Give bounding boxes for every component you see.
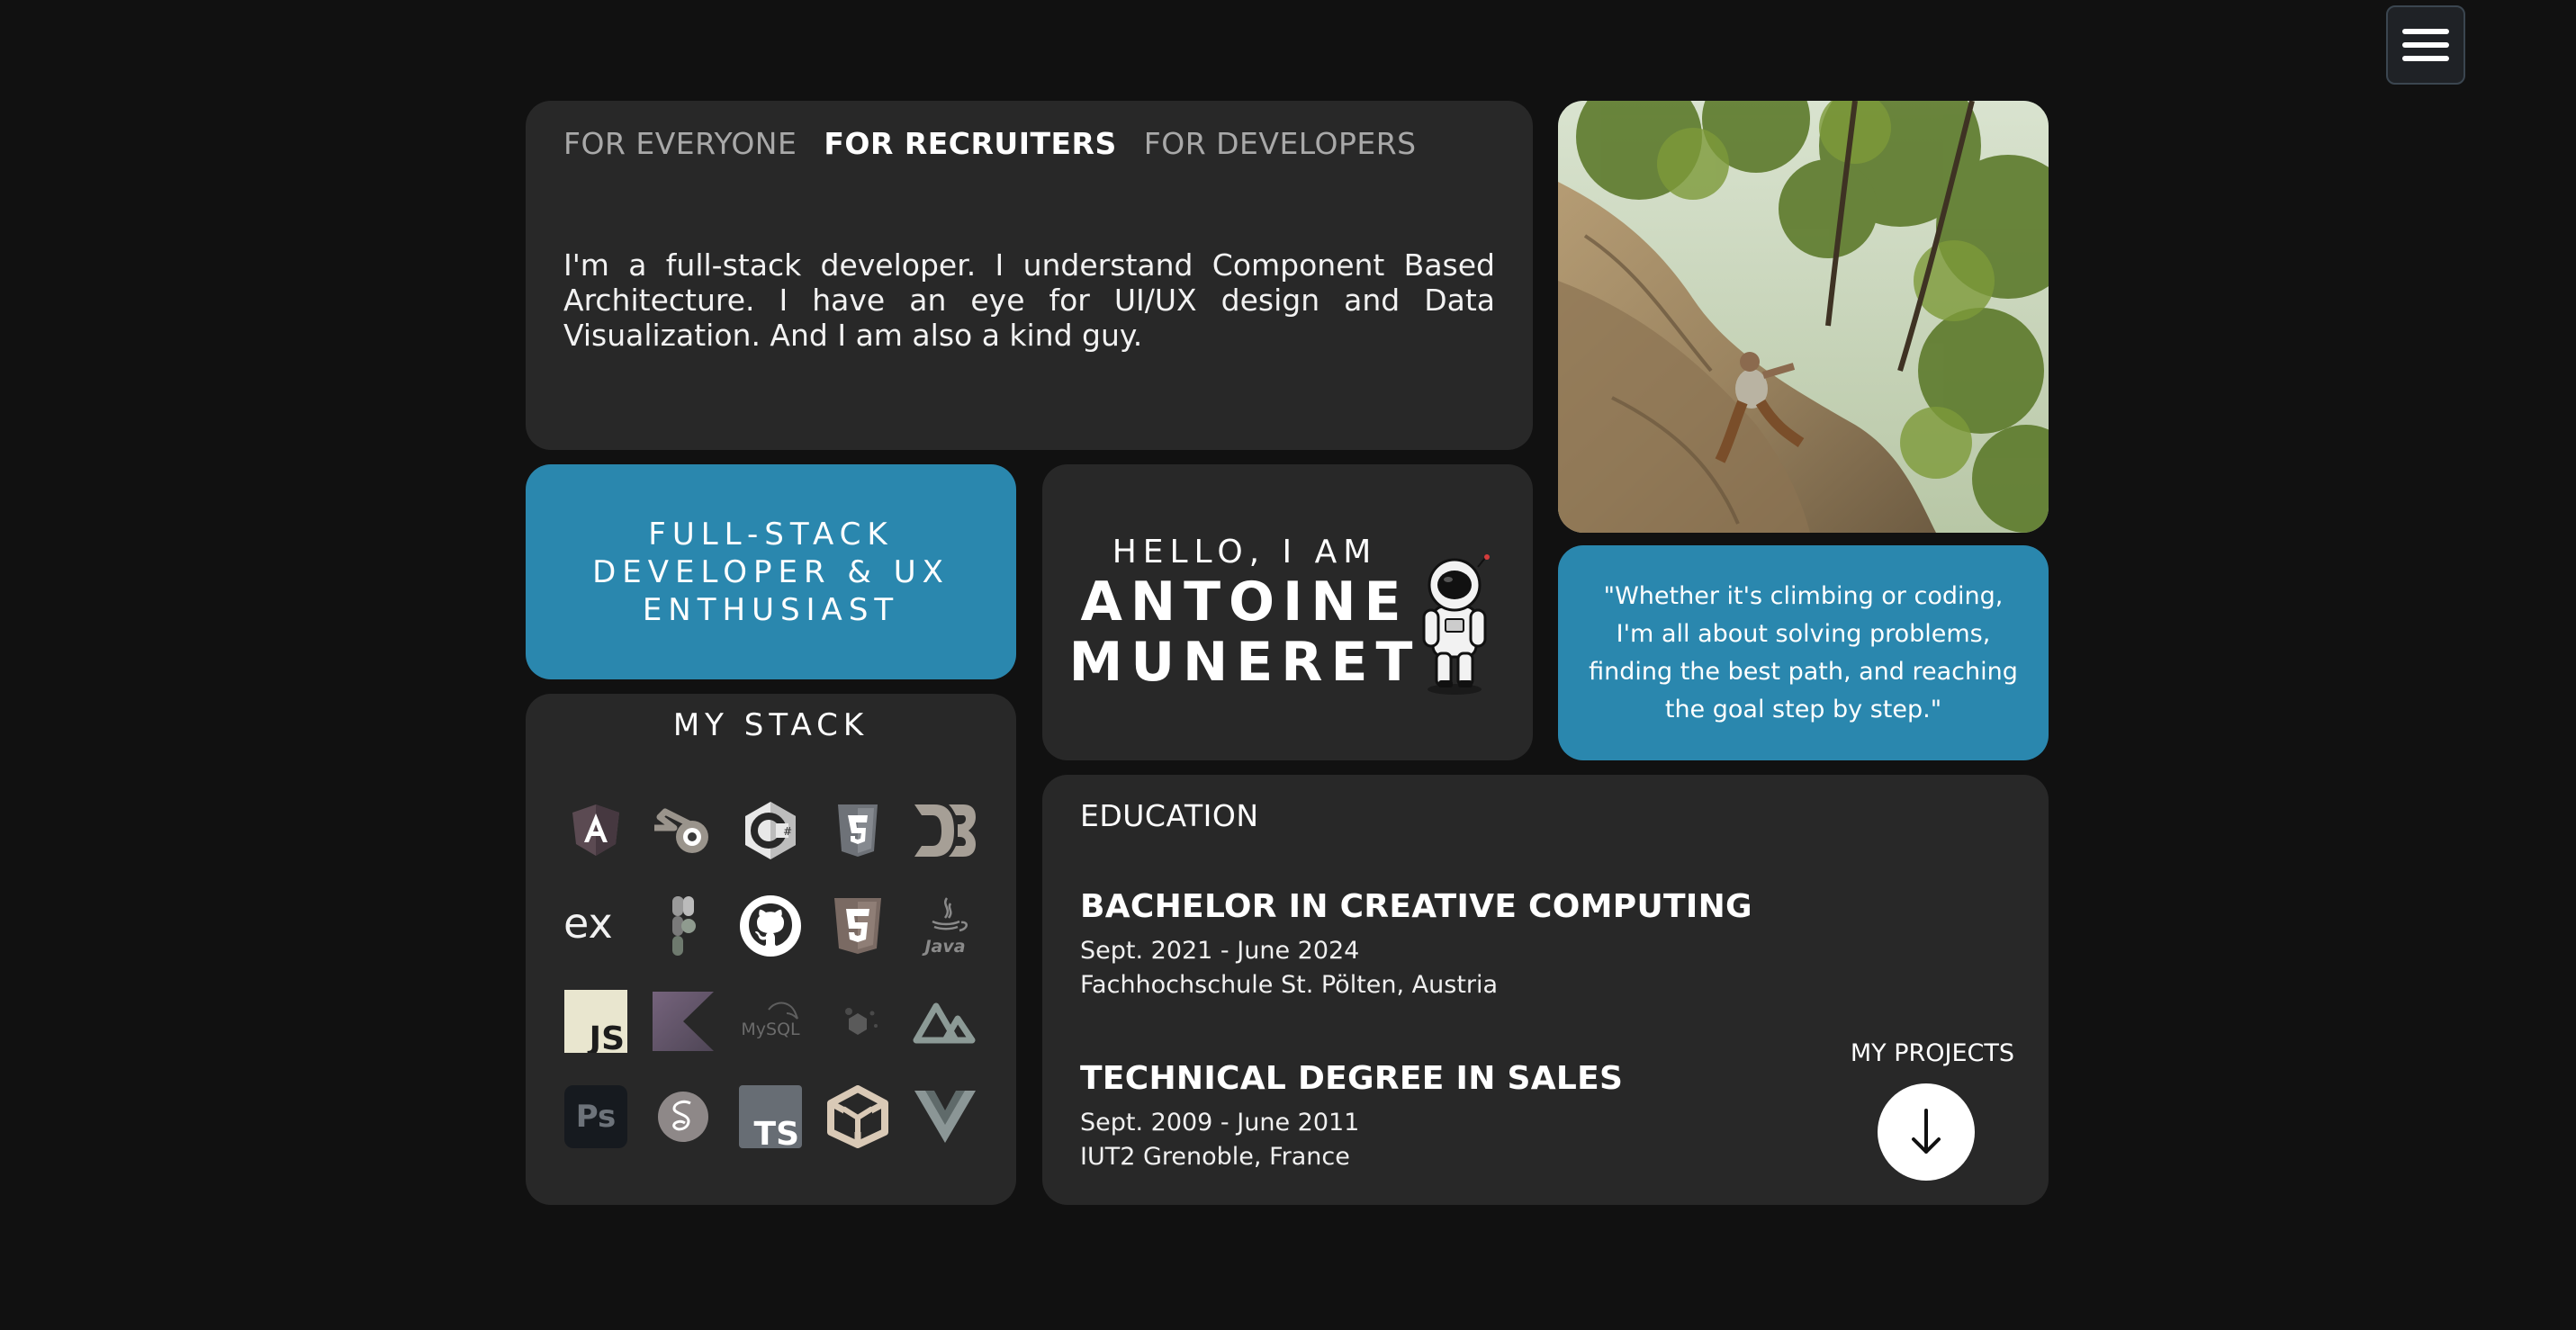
java-icon: Java: [913, 894, 977, 957]
photoshop-icon: Ps: [563, 1085, 628, 1148]
tab-for-everyone[interactable]: FOR EVERYONE: [563, 126, 797, 161]
climbing-photo: [1558, 101, 2049, 533]
github-icon: [738, 894, 803, 957]
role-line: DEVELOPER & UX: [592, 553, 950, 590]
svg-text:JS: JS: [587, 1020, 625, 1053]
stack-card: MY STACK # ex Java JS MySQL Ps TS: [526, 694, 1016, 1205]
sass-icon: [651, 1085, 716, 1148]
tab-for-recruiters[interactable]: FOR RECRUITERS: [824, 126, 1116, 161]
degree-name: TECHNICAL DEGREE IN SALES: [1080, 1060, 1624, 1097]
my-projects-label: MY PROJECTS: [1850, 1039, 2014, 1067]
svg-text:MySQL: MySQL: [741, 1020, 800, 1039]
figma-icon: [651, 894, 716, 957]
tab-for-developers[interactable]: FOR DEVELOPERS: [1144, 126, 1417, 161]
nodejs-icon: [825, 990, 890, 1053]
kotlin-icon: [651, 990, 716, 1053]
javascript-icon: JS: [563, 990, 628, 1053]
svg-text:ex: ex: [563, 899, 613, 948]
stack-grid: # ex Java JS MySQL Ps TS: [563, 799, 985, 1148]
vue-icon: [913, 1085, 977, 1148]
intro-name: ANTOINE MUNERET: [1042, 572, 1447, 693]
about-card: FOR EVERYONE FOR RECRUITERS FOR DEVELOPE…: [526, 101, 1533, 450]
degree-school: IUT2 Grenoble, France: [1080, 1143, 1350, 1171]
role-title: FULL-STACK DEVELOPER & UX ENTHUSIAST: [578, 516, 965, 629]
svg-text:Ps: Ps: [576, 1099, 617, 1135]
role-card: FULL-STACK DEVELOPER & UX ENTHUSIAST: [526, 464, 1016, 679]
arrow-down-icon: [1912, 1109, 1941, 1154]
last-name: MUNERET: [1068, 631, 1421, 694]
d3-icon: [913, 799, 977, 862]
svg-text:#: #: [783, 825, 792, 838]
quote-card: "Whether it's climbing or coding, I'm al…: [1558, 545, 2049, 760]
svg-text:TS: TS: [754, 1116, 799, 1148]
css3-icon: [825, 799, 890, 862]
stack-title: MY STACK: [672, 707, 869, 743]
role-line: ENTHUSIAST: [642, 591, 900, 628]
first-name: ANTOINE: [1080, 571, 1410, 634]
hamburger-menu-icon: [2402, 29, 2449, 34]
hamburger-menu-icon-line: [2402, 56, 2449, 61]
degree-name: BACHELOR IN CREATIVE COMPUTING: [1080, 888, 1752, 925]
degree-dates: Sept. 2009 - June 2011: [1080, 1109, 1360, 1137]
education-card: EDUCATION BACHELOR IN CREATIVE COMPUTING…: [1042, 775, 2049, 1205]
degree-school: Fachhochschule St. Pölten, Austria: [1080, 971, 1499, 999]
degree-item: BACHELOR IN CREATIVE COMPUTING Sept. 202…: [1080, 888, 1752, 1002]
intro-greeting: HELLO, I AM: [1112, 534, 1378, 571]
csharp-icon: #: [738, 799, 803, 862]
nuxt-icon: [913, 990, 977, 1053]
intro-card: HELLO, I AM ANTOINE MUNERET: [1042, 464, 1533, 760]
audience-tabs: FOR EVERYONE FOR RECRUITERS FOR DEVELOPE…: [563, 126, 1495, 161]
html5-icon: [825, 894, 890, 957]
angular-icon: [563, 799, 628, 862]
blender-icon: [651, 799, 716, 862]
unity-icon: [825, 1085, 890, 1148]
about-text: I'm a full-stack developer. I understand…: [563, 247, 1495, 353]
hamburger-menu-icon-line: [2402, 42, 2449, 48]
degree-dates: Sept. 2021 - June 2024: [1080, 937, 1360, 965]
degree-item: TECHNICAL DEGREE IN SALES Sept. 2009 - J…: [1080, 1060, 1623, 1174]
svg-text:Java: Java: [921, 937, 965, 957]
role-line: FULL-STACK: [648, 516, 894, 553]
climbing-photo-image: [1558, 101, 2049, 533]
express-icon: ex: [563, 894, 628, 957]
mysql-icon: MySQL: [738, 990, 803, 1053]
education-title: EDUCATION: [1080, 798, 1259, 833]
my-projects-button[interactable]: [1878, 1083, 1975, 1181]
quote-text: "Whether it's climbing or coding, I'm al…: [1589, 581, 2018, 723]
menu-button[interactable]: [2386, 5, 2465, 85]
typescript-icon: TS: [738, 1085, 803, 1148]
astronaut-icon: [1422, 554, 1490, 695]
